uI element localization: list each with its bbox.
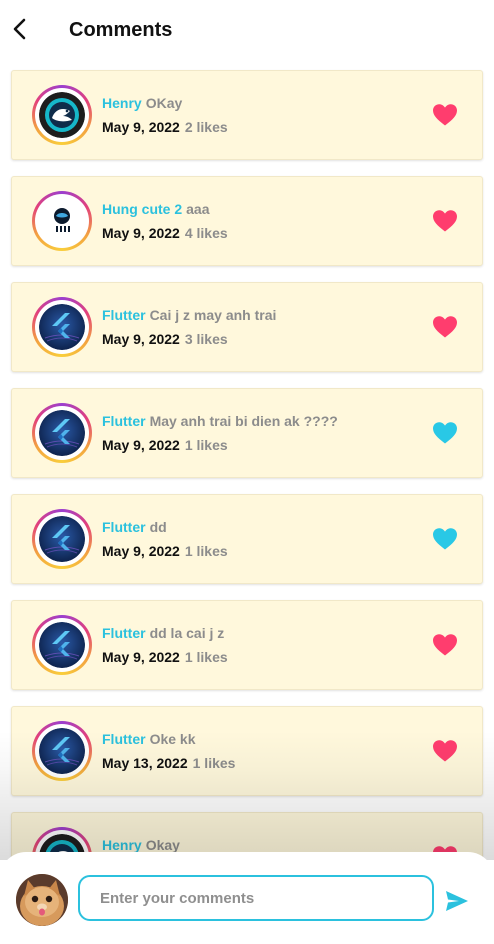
comment-meta: May 9, 2022 3 likes: [102, 331, 228, 347]
page-title: Comments: [69, 19, 173, 41]
comment-meta: May 9, 2022 4 likes: [102, 225, 228, 241]
comment-line: Henry OKay: [102, 95, 182, 111]
avatar[interactable]: [32, 721, 92, 781]
comment-likes: 1 likes: [184, 543, 228, 559]
avatar-border: [35, 194, 89, 248]
comment-text: dd la cai j z: [149, 625, 225, 641]
comment-meta: May 9, 2022 1 likes: [102, 543, 228, 559]
comment-text: Cai j z may anh trai: [149, 307, 277, 323]
avatar-border: [35, 724, 89, 778]
avatar-image: [39, 410, 85, 456]
comment-line: Henry Okay: [102, 837, 180, 853]
comment-meta: May 13, 20221 likes: [102, 755, 235, 771]
current-user-avatar: [16, 874, 68, 926]
comment-item: Flutter May anh trai bi dien ak ???? May 9…: [11, 388, 483, 478]
avatar-image: [39, 728, 85, 774]
avatar[interactable]: [32, 191, 92, 251]
comment-item: Flutter dd May 9, 2022 1 likes: [11, 494, 483, 584]
avatar-image: [39, 92, 85, 138]
avatar-border: [35, 618, 89, 672]
avatar[interactable]: [32, 403, 92, 463]
avatar[interactable]: [32, 615, 92, 675]
comment-username[interactable]: Flutter: [102, 307, 146, 323]
comment-username[interactable]: Flutter: [102, 625, 146, 641]
avatar-image: [39, 198, 85, 244]
heart-icon[interactable]: [432, 633, 458, 657]
comment-item: Henry OKay May 9, 2022 2 likes: [11, 70, 483, 160]
avatar-image: [39, 516, 85, 562]
comment-date: May 9, 2022: [102, 225, 180, 241]
heart-icon[interactable]: [432, 315, 458, 339]
back-arrow-icon[interactable]: [8, 14, 34, 44]
avatar[interactable]: [32, 297, 92, 357]
comment-text: dd: [149, 519, 167, 535]
avatar-border: [35, 300, 89, 354]
comment-text: Oke kk: [149, 731, 196, 747]
heart-icon[interactable]: [432, 421, 458, 445]
comment-line: Hung cute 2 aaa: [102, 201, 209, 217]
comment-line: Flutter dd la cai j z: [102, 625, 224, 641]
comment-date: May 13, 2022: [102, 755, 188, 771]
comment-meta: May 9, 2022 1 likes: [102, 437, 228, 453]
comment-list[interactable]: Henry OKay May 9, 2022 2 likes Hung cute 2 aa…: [11, 70, 483, 918]
comment-date: May 9, 2022: [102, 649, 180, 665]
comment-composer: [0, 852, 494, 944]
comment-likes: 1 likes: [184, 437, 228, 453]
comment-username[interactable]: Hung cute 2: [102, 201, 182, 217]
avatar-image: [39, 622, 85, 668]
comment-line: Flutter Oke kk: [102, 731, 196, 747]
comment-likes: 1 likes: [184, 649, 228, 665]
comment-item: Flutter Cai j z may anh trai May 9, 2022 3 …: [11, 282, 483, 372]
app-bar: Comments: [0, 0, 494, 62]
comment-date: May 9, 2022: [102, 331, 180, 347]
avatar[interactable]: [32, 509, 92, 569]
comment-item: Flutter dd la cai j z May 9, 2022 1 likes: [11, 600, 483, 690]
send-icon[interactable]: [444, 888, 470, 914]
comment-text: OKay: [145, 95, 183, 111]
comment-likes: 4 likes: [184, 225, 228, 241]
avatar-border: [35, 88, 89, 142]
avatar-border: [35, 512, 89, 566]
comment-username[interactable]: Flutter: [102, 519, 146, 535]
comment-likes: 3 likes: [184, 331, 228, 347]
comment-username[interactable]: Flutter: [102, 413, 146, 429]
comment-date: May 9, 2022: [102, 437, 180, 453]
comment-date: May 9, 2022: [102, 119, 180, 135]
comment-meta: May 9, 2022 2 likes: [102, 119, 228, 135]
heart-icon[interactable]: [432, 739, 458, 763]
avatar-image: [39, 304, 85, 350]
comment-date: May 9, 2022: [102, 543, 180, 559]
comment-input[interactable]: [78, 875, 434, 921]
comment-text: aaa: [186, 201, 210, 217]
comment-item: Hung cute 2 aaa May 9, 2022 4 likes: [11, 176, 483, 266]
comment-username[interactable]: Henry: [102, 95, 142, 111]
comment-likes: 1 likes: [192, 755, 236, 771]
comment-line: Flutter Cai j z may anh trai: [102, 307, 276, 323]
comment-line: Flutter May anh trai bi dien ak ????: [102, 413, 338, 429]
heart-icon[interactable]: [432, 527, 458, 551]
avatar[interactable]: [32, 85, 92, 145]
comment-item: Flutter Oke kk May 13, 2022 1 likes: [11, 706, 483, 796]
heart-icon[interactable]: [432, 103, 458, 127]
comment-text: Okay: [145, 837, 180, 853]
comment-text: May anh trai bi dien ak ????: [149, 413, 338, 429]
comment-likes: 2 likes: [184, 119, 228, 135]
avatar-border: [35, 406, 89, 460]
comment-meta: May 9, 2022 1 likes: [102, 649, 228, 665]
comment-username[interactable]: Henry: [102, 837, 142, 853]
heart-icon[interactable]: [432, 209, 458, 233]
comment-line: Flutter dd: [102, 519, 167, 535]
comment-username[interactable]: Flutter: [102, 731, 146, 747]
